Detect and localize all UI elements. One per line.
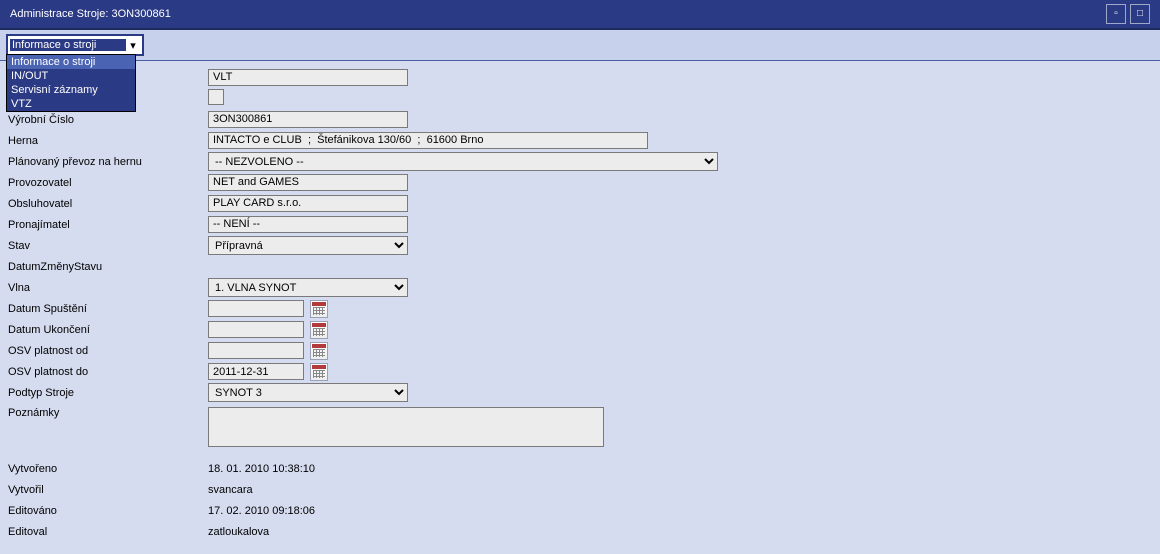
- chevron-down-icon: ▾: [126, 39, 140, 52]
- label-vlna: Vlna: [8, 282, 208, 294]
- osv-od-input[interactable]: [208, 342, 304, 359]
- calendar-icon[interactable]: [310, 321, 328, 339]
- label-editovano: Editováno: [8, 505, 208, 517]
- window-titlebar: Administrace Stroje: 3ON300861 ▫ □: [0, 0, 1160, 30]
- vyrobni-cislo-field[interactable]: [208, 111, 408, 128]
- label-vytvoril: Vytvořil: [8, 484, 208, 496]
- label-podtyp: Podtyp Stroje: [8, 387, 208, 399]
- label-obsluhovatel: Obsluhovatel: [8, 198, 208, 210]
- podtyp-select[interactable]: SYNOT 3: [208, 383, 408, 402]
- planovany-prevoz-select[interactable]: -- NEZVOLENO --: [208, 152, 718, 171]
- editoval-value: zatloukalova: [208, 526, 269, 538]
- window-minimize-icon[interactable]: ▫: [1106, 4, 1126, 24]
- window-maximize-icon[interactable]: □: [1130, 4, 1150, 24]
- label-poznamky: Poznámky: [8, 407, 208, 419]
- vytvoreno-value: 18. 01. 2010 10:38:10: [208, 463, 315, 475]
- section-select-dropdown: Informace o stroji IN/OUT Servisní zázna…: [6, 54, 136, 112]
- checkbox[interactable]: [208, 89, 224, 105]
- label-pronajimatel: Pronajímatel: [8, 219, 208, 231]
- label-osv-od: OSV platnost od: [8, 345, 208, 357]
- section-select-value: Informace o stroji: [10, 39, 126, 51]
- provozovatel-field[interactable]: [208, 174, 408, 191]
- section-option-inout[interactable]: IN/OUT: [7, 69, 135, 83]
- calendar-icon[interactable]: [310, 363, 328, 381]
- vlna-select[interactable]: 1. VLNA SYNOT: [208, 278, 408, 297]
- section-option-info[interactable]: Informace o stroji: [7, 55, 135, 69]
- section-option-vtz[interactable]: VTZ: [7, 97, 135, 111]
- section-select[interactable]: Informace o stroji ▾: [6, 34, 144, 56]
- form-area: Výrobní Číslo Herna Plánovaný převoz na …: [0, 61, 1160, 554]
- poznamky-textarea[interactable]: [208, 407, 604, 447]
- label-herna: Herna: [8, 135, 208, 147]
- window-buttons: ▫ □: [1106, 4, 1150, 24]
- calendar-icon[interactable]: [310, 342, 328, 360]
- calendar-icon[interactable]: [310, 300, 328, 318]
- osv-do-input[interactable]: [208, 363, 304, 380]
- label-datum-spusteni: Datum Spuštění: [8, 303, 208, 315]
- vytvoril-value: svancara: [208, 484, 253, 496]
- editovano-value: 17. 02. 2010 09:18:06: [208, 505, 315, 517]
- herna-field[interactable]: [208, 132, 648, 149]
- window-title: Administrace Stroje: 3ON300861: [10, 0, 171, 28]
- label-datum-zmeny-stavu: DatumZměnyStavu: [8, 261, 208, 273]
- label-editoval: Editoval: [8, 526, 208, 538]
- datum-spusteni-input[interactable]: [208, 300, 304, 317]
- label-osv-do: OSV platnost do: [8, 366, 208, 378]
- label-vytvoreno: Vytvořeno: [8, 463, 208, 475]
- label-planovany-prevoz: Plánovaný převoz na hernu: [8, 156, 208, 168]
- obsluhovatel-field[interactable]: [208, 195, 408, 212]
- label-vyrobni-cislo: Výrobní Číslo: [8, 114, 208, 126]
- label-datum-ukonceni: Datum Ukončení: [8, 324, 208, 336]
- label-provozovatel: Provozovatel: [8, 177, 208, 189]
- typ-field[interactable]: [208, 69, 408, 86]
- label-stav: Stav: [8, 240, 208, 252]
- stav-select[interactable]: Přípravná: [208, 236, 408, 255]
- toolbar: Informace o stroji ▾ Informace o stroji …: [0, 30, 1160, 61]
- pronajimatel-field[interactable]: [208, 216, 408, 233]
- section-option-servis[interactable]: Servisní záznamy: [7, 83, 135, 97]
- datum-ukonceni-input[interactable]: [208, 321, 304, 338]
